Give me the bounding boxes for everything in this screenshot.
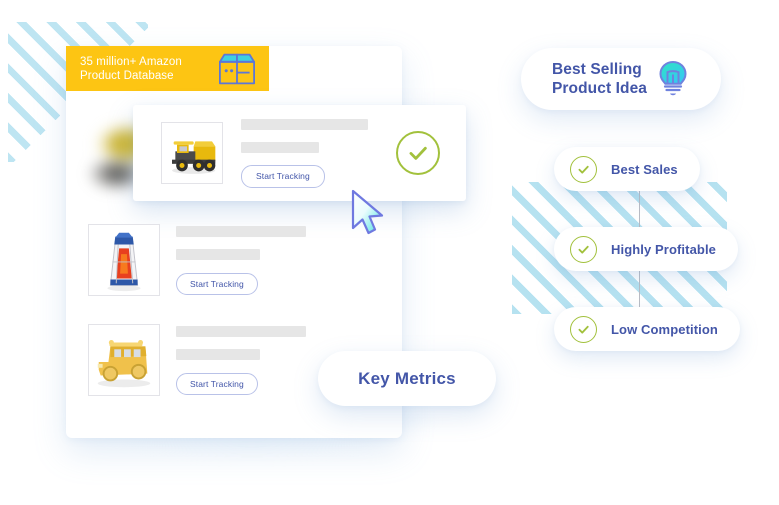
best-selling-label: Best Selling Product Idea: [551, 61, 648, 97]
product-subtitle-placeholder: [176, 248, 260, 260]
check-glyph: [578, 245, 589, 254]
product-row-body: Start Tracking: [176, 225, 306, 295]
product-title-placeholder: [176, 225, 306, 237]
product-row-body: Start Tracking: [241, 118, 368, 188]
green-check-circle-icon: [570, 315, 597, 343]
mouse-pointer-icon: [351, 189, 384, 235]
feature-pill-best-sales: Best Sales: [554, 147, 700, 191]
feature-label: Best Sales: [611, 161, 678, 177]
product-subtitle-placeholder: [241, 141, 319, 153]
feature-pill-low-competition: Low Competition: [554, 307, 740, 351]
check-glyph: [578, 165, 589, 174]
start-tracking-button[interactable]: Start Tracking: [176, 372, 258, 395]
product-title-placeholder: [241, 118, 368, 130]
green-check-circle-icon: [570, 235, 597, 263]
feature-label: Highly Profitable: [611, 241, 716, 257]
key-metrics-label: Key Metrics: [358, 368, 456, 388]
selected-status-check-icon: [396, 131, 440, 175]
best-selling-product-idea-pill: Best Selling Product Idea: [521, 48, 721, 110]
feature-label: Low Competition: [611, 321, 718, 337]
check-glyph: [409, 146, 427, 160]
open-box-icon: [219, 53, 256, 84]
product-subtitle-placeholder: [176, 348, 260, 360]
product-thumbnail-dump-truck: [161, 122, 223, 184]
badge-label: 35 million+ Amazon Product Database: [80, 55, 182, 82]
feature-pill-highly-profitable: Highly Profitable: [554, 227, 738, 271]
start-tracking-button[interactable]: Start Tracking: [241, 164, 325, 188]
amazon-database-badge: 35 million+ Amazon Product Database: [66, 46, 269, 91]
key-metrics-pill[interactable]: Key Metrics: [318, 351, 496, 406]
check-glyph: [578, 325, 589, 334]
green-check-circle-icon: [570, 155, 597, 183]
product-row-body: Start Tracking: [176, 325, 306, 395]
illustration-stage: 35 million+ Amazon Product Database Star…: [0, 0, 779, 505]
lightbulb-icon: [659, 60, 687, 96]
start-tracking-button[interactable]: Start Tracking: [176, 272, 258, 295]
product-title-placeholder: [176, 325, 306, 337]
product-thumbnail-stained-glass-lamp: [88, 224, 160, 296]
product-row[interactable]: Start Tracking: [88, 324, 306, 396]
product-row[interactable]: Start Tracking: [88, 224, 306, 296]
product-thumbnail-school-bus: [88, 324, 160, 396]
